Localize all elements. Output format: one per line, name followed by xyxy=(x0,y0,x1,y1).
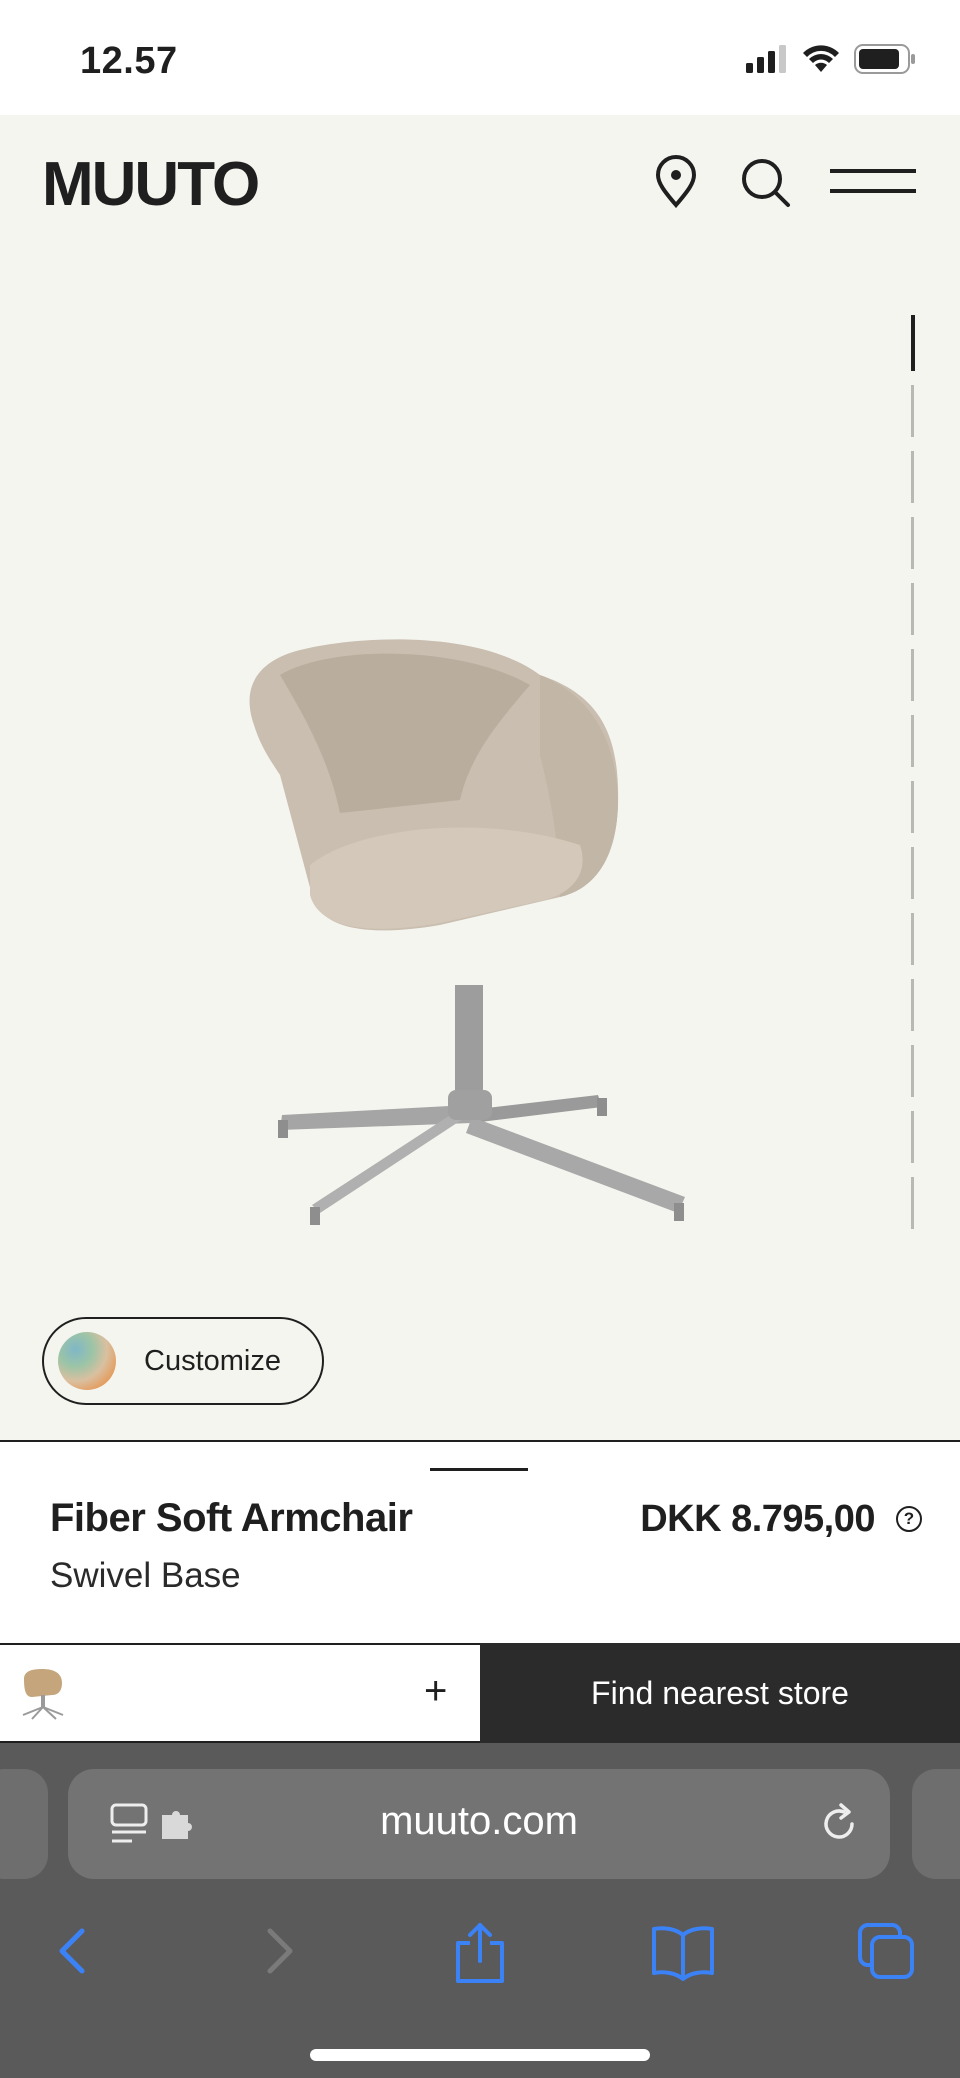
status-time: 12.57 xyxy=(80,40,178,82)
scroll-segment xyxy=(911,1111,914,1163)
product-name: Fiber Soft Armchair xyxy=(50,1496,413,1540)
scroll-active-segment xyxy=(911,315,915,371)
sheet-handle[interactable] xyxy=(430,1468,528,1471)
image-scroll-indicator xyxy=(911,315,917,1235)
back-icon[interactable] xyxy=(48,1921,98,1984)
signal-icon xyxy=(746,45,786,73)
scroll-segment xyxy=(911,913,914,965)
add-icon: + xyxy=(424,1669,448,1713)
browser-chrome: muuto.com xyxy=(0,1743,960,2078)
add-to-configuration[interactable]: + xyxy=(0,1643,480,1743)
scroll-segment xyxy=(911,1045,914,1097)
scroll-segment xyxy=(911,715,914,767)
tabs-icon[interactable] xyxy=(856,1921,916,1984)
scroll-segment xyxy=(911,847,914,899)
url-text: muuto.com xyxy=(380,1799,578,1843)
status-icons xyxy=(746,44,916,74)
store-locator-icon[interactable] xyxy=(650,155,702,214)
wifi-icon xyxy=(803,45,839,72)
customize-button[interactable]: Customize xyxy=(42,1317,324,1405)
product-hero: MUUTO Customize xyxy=(0,115,960,1440)
scroll-segment xyxy=(911,979,914,1031)
browser-toolbar xyxy=(0,1903,960,2003)
muuto-logo[interactable]: MUUTO xyxy=(42,150,292,220)
svg-text:MUUTO: MUUTO xyxy=(42,155,258,215)
scroll-segment xyxy=(911,649,914,701)
color-swatch-icon xyxy=(58,1332,116,1390)
address-bar[interactable]: muuto.com xyxy=(68,1769,890,1879)
find-nearest-store-button[interactable]: Find nearest store xyxy=(480,1643,960,1743)
forward-icon[interactable] xyxy=(254,1921,304,1984)
scroll-segment xyxy=(911,583,914,635)
scroll-segment xyxy=(911,385,914,437)
search-icon[interactable] xyxy=(738,155,794,214)
product-info-sheet: Fiber Soft Armchair Swivel Base DKK 8.79… xyxy=(0,1440,960,1643)
price-info-icon[interactable]: ? xyxy=(896,1506,922,1532)
scroll-segment xyxy=(911,781,914,833)
home-indicator xyxy=(310,2049,650,2061)
customize-label: Customize xyxy=(144,1344,281,1377)
next-tab[interactable] xyxy=(912,1769,960,1879)
bookmarks-icon[interactable] xyxy=(650,1921,716,1984)
product-price: DKK 8.795,00 xyxy=(640,1498,875,1540)
reload-icon[interactable] xyxy=(816,1801,862,1847)
status-bar: 12.57 xyxy=(0,0,960,115)
scroll-segment xyxy=(911,1177,914,1229)
product-image xyxy=(249,639,685,1225)
product-thumbnail xyxy=(22,1669,64,1720)
bottom-action-bar: + Find nearest store xyxy=(0,1643,960,1743)
scroll-segment xyxy=(911,517,914,569)
site-header: MUUTO xyxy=(0,115,960,255)
battery-icon xyxy=(854,44,915,74)
share-icon[interactable] xyxy=(450,1921,510,1988)
scroll-segment xyxy=(911,451,914,503)
menu-icon[interactable] xyxy=(826,155,920,214)
product-variant: Swivel Base xyxy=(50,1556,241,1595)
previous-tab[interactable] xyxy=(0,1769,48,1879)
